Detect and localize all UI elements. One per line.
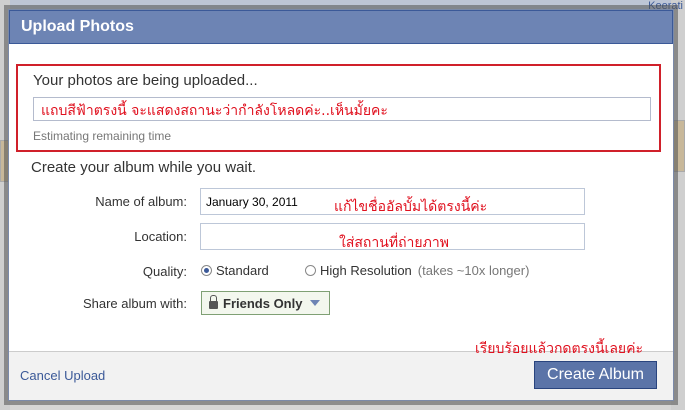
quality-hint: (takes ~10x longer): [417, 263, 530, 278]
upload-progress-bar: แถบสีฟ้าตรงนี้ จะแสดงสถานะว่ากำลังโหลดค่…: [33, 97, 651, 121]
upload-status-text: Your photos are being uploaded...: [33, 72, 258, 89]
quality-standard-option[interactable]: Standard: [201, 263, 269, 278]
lock-icon: [209, 295, 218, 309]
quality-standard-radio[interactable]: [201, 265, 212, 276]
album-name-annotation: แก้ไขชื่ออัลบั้มได้ตรงนี้ค่ะ: [334, 199, 488, 215]
location-label: Location:: [134, 229, 187, 244]
create-album-heading: Create your album while you wait.: [31, 159, 257, 176]
dialog-footer: เรียบร้อยแล้วกดตรงนี้เลยค่ะ Cancel Uploa…: [9, 341, 673, 400]
quality-label: Quality:: [142, 264, 187, 279]
create-album-button[interactable]: Create Album: [534, 361, 657, 389]
quality-high-radio[interactable]: [305, 265, 316, 276]
privacy-value: Friends Only: [223, 295, 303, 311]
quality-high-label: High Resolution: [320, 263, 412, 278]
progress-annotation: แถบสีฟ้าตรงนี้ จะแสดงสถานะว่ากำลังโหลดค่…: [41, 103, 388, 119]
cancel-upload-link[interactable]: Cancel Upload: [20, 368, 105, 383]
album-name-label: Name of album:: [95, 194, 187, 209]
quality-high-option[interactable]: High Resolution (takes ~10x longer): [305, 263, 529, 278]
chevron-down-icon: [310, 300, 321, 306]
location-annotation: ใส่สถานที่ถ่ายภาพ: [339, 235, 449, 251]
estimating-time-text: Estimating remaining time: [33, 129, 172, 143]
upload-status-highlight: Your photos are being uploaded... แถบสีฟ…: [16, 64, 661, 152]
share-album-label: Share album with:: [82, 296, 187, 311]
quality-standard-label: Standard: [216, 263, 269, 278]
upload-photos-dialog: Upload Photos Your photos are being uplo…: [8, 9, 674, 401]
create-button-annotation: เรียบร้อยแล้วกดตรงนี้เลยค่ะ: [474, 341, 643, 357]
privacy-selector-button[interactable]: Friends Only: [201, 291, 330, 315]
dialog-title: Upload Photos: [9, 10, 673, 44]
